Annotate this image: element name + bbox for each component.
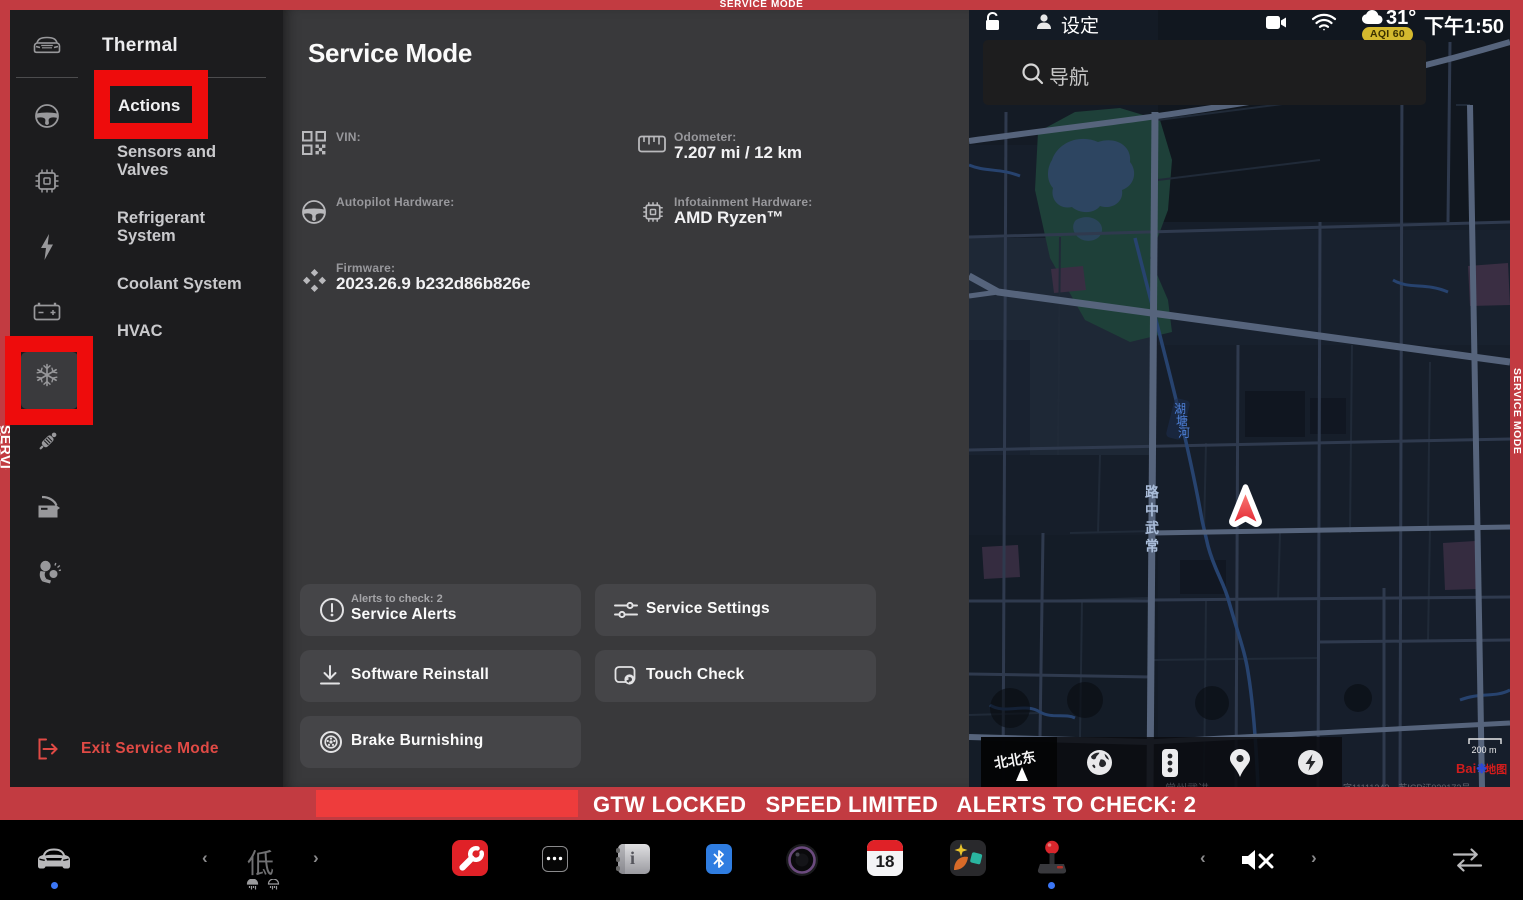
svg-text:中: 中	[1145, 502, 1159, 518]
svg-text:路: 路	[1145, 484, 1160, 500]
svg-text:常: 常	[1145, 538, 1159, 554]
svg-text:北北东: 北北东	[993, 748, 1037, 771]
svg-text:河: 河	[1178, 426, 1190, 440]
svg-text:武: 武	[1145, 520, 1159, 536]
